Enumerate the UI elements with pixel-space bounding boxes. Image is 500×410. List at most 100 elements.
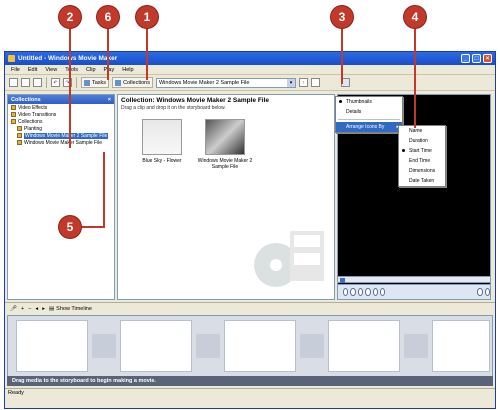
timeline-icon: ▤ [48, 305, 55, 312]
tree-item-collections[interactable]: Collections [8, 118, 114, 125]
callout-3-leader [341, 28, 343, 84]
tree-item-label: Video Effects [18, 104, 48, 111]
selected-bullet-icon [402, 149, 405, 152]
tasks-button[interactable]: Tasks [81, 77, 110, 88]
minimize-button[interactable]: _ [461, 54, 470, 63]
zoom-in-icon[interactable]: + [21, 306, 24, 312]
close-pane-icon[interactable]: × [108, 97, 111, 103]
folder-icon [17, 133, 22, 138]
callout-5-leader-v [103, 152, 105, 228]
callout-2: 2 [59, 6, 81, 28]
submenu-item-dimensions[interactable]: Dimensions [399, 166, 445, 176]
tree-item-video-transitions[interactable]: Video Transitions [8, 111, 114, 118]
save-project-icon[interactable] [33, 78, 42, 87]
storyboard-clip-slot[interactable] [224, 320, 296, 372]
menu-help[interactable]: Help [122, 67, 133, 73]
storyboard-toolbar: 🎤︎ + − ◂ ▸ ▤ Show Timeline [5, 302, 495, 314]
tasks-label: Tasks [92, 79, 107, 86]
new-project-icon[interactable] [9, 78, 18, 87]
callout-2-leader [69, 28, 71, 148]
contents-instructions: Drag a clip and drop it on the storyboar… [121, 105, 226, 111]
clip-label: Blue Sky - Flower [142, 158, 182, 164]
storyboard[interactable] [7, 315, 493, 377]
tree-item-video-effects[interactable]: Video Effects [8, 104, 114, 111]
storyboard-transition-slot[interactable] [300, 334, 324, 358]
submenu-item-label: Duration [409, 138, 428, 144]
submenu-item-label: Date Taken [409, 178, 435, 184]
callout-4-leader [414, 28, 416, 128]
contents-title: Collection: Windows Movie Maker 2 Sample… [121, 97, 270, 104]
open-project-icon[interactable] [21, 78, 30, 87]
tree-item-label: Windows Movie Maker Sample File [24, 139, 103, 146]
storyboard-transition-slot[interactable] [404, 334, 428, 358]
split-button[interactable] [477, 288, 483, 296]
undo-icon[interactable]: ↶ [51, 78, 60, 87]
previous-frame-button[interactable] [357, 288, 364, 296]
tasks-icon [84, 79, 90, 86]
status-bar: Ready [5, 388, 495, 397]
tree-item-wmm2-sample[interactable]: Windows Movie Maker 2 Sample File [8, 132, 114, 139]
menu-item-label: Thumbnails [346, 99, 372, 105]
folder-icon [11, 119, 16, 124]
maximize-button[interactable]: □ [472, 54, 481, 63]
new-collection-icon[interactable] [310, 78, 320, 87]
callout-1-leader [146, 28, 148, 80]
callout-6: 6 [97, 6, 119, 28]
storyboard-clip-slot[interactable] [328, 320, 400, 372]
storyboard-clip-slot[interactable] [432, 320, 490, 372]
clip-item[interactable]: Blue Sky - Flower [132, 119, 192, 164]
submenu-item-start-time[interactable]: Start Time [399, 146, 445, 156]
collections-pane-header: Collections × [8, 95, 114, 104]
chevron-down-icon[interactable]: ▾ [286, 78, 295, 87]
menu-item-thumbnails[interactable]: Thumbnails [336, 97, 402, 107]
forward-button[interactable] [372, 288, 378, 296]
tree-item-planting[interactable]: Planting [8, 125, 114, 132]
submenu-item-label: Name [409, 128, 423, 134]
submenu-item-duration[interactable]: Duration [399, 136, 445, 146]
stop-button[interactable] [350, 288, 356, 296]
snapshot-button[interactable] [484, 288, 490, 296]
menu-item-label: Arrange Icons By [346, 124, 385, 130]
menu-item-arrange-icons-by[interactable]: Arrange Icons By ▸ [336, 122, 402, 132]
tree-item-label: Windows Movie Maker 2 Sample File [24, 132, 109, 139]
menu-tools[interactable]: Tools [65, 67, 78, 73]
storyboard-clip-slot[interactable] [120, 320, 192, 372]
seek-bar[interactable] [337, 276, 491, 283]
tree-item-wmm-sample[interactable]: Windows Movie Maker Sample File [8, 139, 114, 146]
storyboard-transition-slot[interactable] [196, 334, 220, 358]
folder-icon [11, 105, 16, 110]
tree-item-label: Collections [18, 118, 43, 125]
menu-view[interactable]: View [45, 67, 57, 73]
show-timeline-button[interactable]: ▤ Show Timeline [49, 306, 92, 312]
menu-item-details[interactable]: Details [336, 107, 402, 117]
menu-clip[interactable]: Clip [86, 67, 95, 73]
film-reel-watermark-icon [254, 231, 324, 287]
submenu-item-label: Start Time [409, 148, 432, 154]
zoom-out-icon[interactable]: − [28, 306, 31, 312]
toolbar: ↶ ↷ Tasks Collections Windows Movie Make… [5, 75, 495, 91]
rewind-storyboard-icon[interactable]: ◂ [35, 306, 38, 312]
app-icon [8, 55, 15, 62]
menu-file[interactable]: File [11, 67, 20, 73]
menu-edit[interactable]: Edit [28, 67, 37, 73]
clip-item[interactable]: Windows Movie Maker 2 Sample File [192, 119, 258, 170]
folder-icon [11, 112, 16, 117]
up-one-level-icon[interactable]: ↑ [298, 78, 308, 87]
submenu-item-date-taken[interactable]: Date Taken [399, 176, 445, 186]
rewind-button[interactable] [365, 288, 371, 296]
callout-6-leader [107, 28, 109, 80]
menu-separator [338, 119, 400, 120]
narrate-icon[interactable]: 🎤︎ [10, 306, 17, 312]
callout-5-leader-h [81, 226, 104, 228]
collections-label: Collections [123, 79, 150, 86]
play-button[interactable] [343, 288, 349, 296]
storyboard-transition-slot[interactable] [92, 334, 116, 358]
submenu-item-end-time[interactable]: End Time [399, 156, 445, 166]
close-button[interactable]: × [483, 54, 492, 63]
submenu-item-name[interactable]: Name [399, 126, 445, 136]
next-frame-button[interactable] [379, 288, 386, 296]
seek-handle[interactable] [340, 277, 345, 283]
collection-select[interactable]: Windows Movie Maker 2 Sample File ▾ [155, 77, 296, 88]
storyboard-clip-slot[interactable] [16, 320, 88, 372]
play-storyboard-icon[interactable]: ▸ [42, 306, 45, 312]
